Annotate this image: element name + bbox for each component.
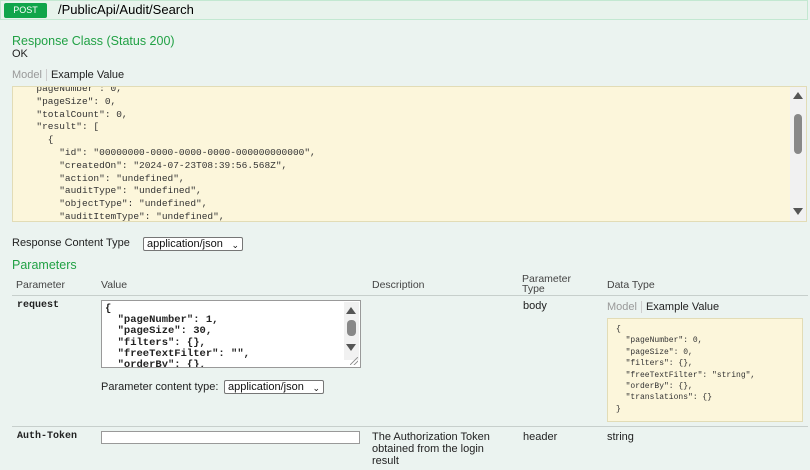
- request-body-textarea[interactable]: { "pageNumber": 1, "pageSize": 30, "filt…: [101, 300, 361, 368]
- param-name-auth-token: Auth-Token: [17, 431, 78, 442]
- code-line: "action": "undefined",: [25, 172, 185, 184]
- code-line: pageNumber : 0,: [25, 86, 122, 94]
- code-line: "objectType": "undefined",: [25, 198, 208, 210]
- col-parameter: Parameter: [16, 279, 66, 291]
- scroll-up-arrow-icon[interactable]: [346, 307, 356, 314]
- code-line: "orderBy": {},: [105, 358, 206, 368]
- code-line: "filters": {},: [616, 359, 693, 369]
- param-content-type-select[interactable]: application/json ⌄: [224, 380, 324, 394]
- param-content-type-label: Parameter content type:: [101, 381, 219, 393]
- code-line: "pageSize": 30,: [105, 325, 213, 338]
- param-type-body: body: [523, 300, 547, 312]
- datatype-example-code: { "pageNumber": 0, "pageSize": 0, "filte…: [616, 325, 755, 416]
- code-line: "filters": {},: [105, 336, 206, 349]
- tab-model[interactable]: Model: [12, 69, 47, 81]
- request-body-code: { "pageNumber": 1, "pageSize": 30, "filt…: [105, 303, 250, 368]
- code-line: "freeTextFilter": "",: [105, 347, 250, 360]
- response-example-code: pageNumber : 0, "pageSize": 0, "totalCou…: [25, 86, 316, 222]
- code-line: "freeTextFilter": "string",: [616, 370, 756, 380]
- response-content-type-select[interactable]: application/json ⌄: [143, 237, 243, 251]
- tab-model[interactable]: Model: [607, 301, 642, 313]
- scroll-thumb[interactable]: [794, 114, 802, 154]
- code-line: "pageSize": 0,: [616, 347, 693, 357]
- code-line: {: [105, 303, 112, 315]
- code-line: "translations": {}: [616, 393, 713, 403]
- chevron-down-icon: ⌄: [231, 240, 239, 250]
- datatype-tabs: Model Example Value: [607, 301, 719, 313]
- code-line: {: [25, 134, 54, 146]
- code-line: "result": [: [25, 121, 100, 133]
- scroll-up-arrow-icon[interactable]: [793, 92, 803, 99]
- parameters-heading: Parameters: [12, 258, 77, 272]
- code-line: "pageNumber": 0,: [616, 336, 703, 346]
- code-line: "id": "00000000-0000-0000-0000-000000000…: [25, 146, 316, 158]
- resize-grip-icon[interactable]: [350, 357, 358, 365]
- description-line: result: [372, 455, 399, 467]
- description-line: obtained from the login: [372, 443, 484, 455]
- col-parameter-type: Parameter Type: [522, 274, 571, 295]
- scroll-down-arrow-icon[interactable]: [346, 344, 356, 351]
- response-tabs: Model Example Value: [12, 69, 124, 81]
- tab-example-value[interactable]: Example Value: [47, 69, 124, 81]
- col-value: Value: [101, 279, 128, 291]
- response-content-type-label: Response Content Type: [12, 237, 130, 249]
- datatype-example-box[interactable]: { "pageNumber": 0, "pageSize": 0, "filte…: [607, 318, 803, 422]
- code-line: "auditItemType": "undefined",: [25, 210, 225, 222]
- code-line: "totalCount": 0,: [25, 108, 128, 120]
- code-line: "createdOn": "2024-07-23T08:39:56.568Z",: [25, 159, 288, 171]
- code-line: "pageNumber": 1,: [105, 314, 219, 327]
- col-parameter-type-line2: Type: [522, 283, 545, 295]
- code-line: "auditType": "undefined",: [25, 185, 202, 197]
- operation-header[interactable]: POST /PublicApi/Audit/Search: [0, 0, 808, 20]
- code-line: }: [616, 404, 621, 414]
- scroll-down-arrow-icon[interactable]: [793, 208, 803, 215]
- response-example-box[interactable]: pageNumber : 0, "pageSize": 0, "totalCou…: [12, 86, 807, 222]
- auth-token-input[interactable]: [101, 431, 360, 444]
- response-status-text: OK: [12, 48, 28, 60]
- request-scrollbar[interactable]: [344, 302, 359, 360]
- response-content-type-value: application/json: [147, 238, 223, 250]
- scroll-thumb[interactable]: [347, 320, 356, 336]
- code-line: "pageSize": 0,: [25, 95, 117, 107]
- header-divider: [12, 295, 808, 296]
- tab-example-value[interactable]: Example Value: [642, 301, 719, 313]
- row-divider: [12, 426, 808, 427]
- param-content-type-value: application/json: [228, 381, 304, 393]
- endpoint-path[interactable]: /PublicApi/Audit/Search: [58, 2, 194, 17]
- col-description: Description: [372, 279, 425, 291]
- method-badge: POST: [4, 3, 47, 18]
- param-type-header: header: [523, 431, 558, 443]
- param-name-request: request: [17, 300, 60, 311]
- response-scrollbar[interactable]: [790, 87, 806, 221]
- code-line: {: [616, 325, 621, 334]
- auth-token-description: The Authorization Token obtained from th…: [372, 431, 490, 467]
- data-type-string: string: [607, 431, 634, 443]
- description-line: The Authorization Token: [372, 431, 490, 443]
- response-class-heading: Response Class (Status 200): [12, 34, 175, 48]
- chevron-down-icon: ⌄: [312, 383, 320, 393]
- col-data-type: Data Type: [607, 279, 655, 291]
- code-line: "orderBy": {},: [616, 381, 693, 391]
